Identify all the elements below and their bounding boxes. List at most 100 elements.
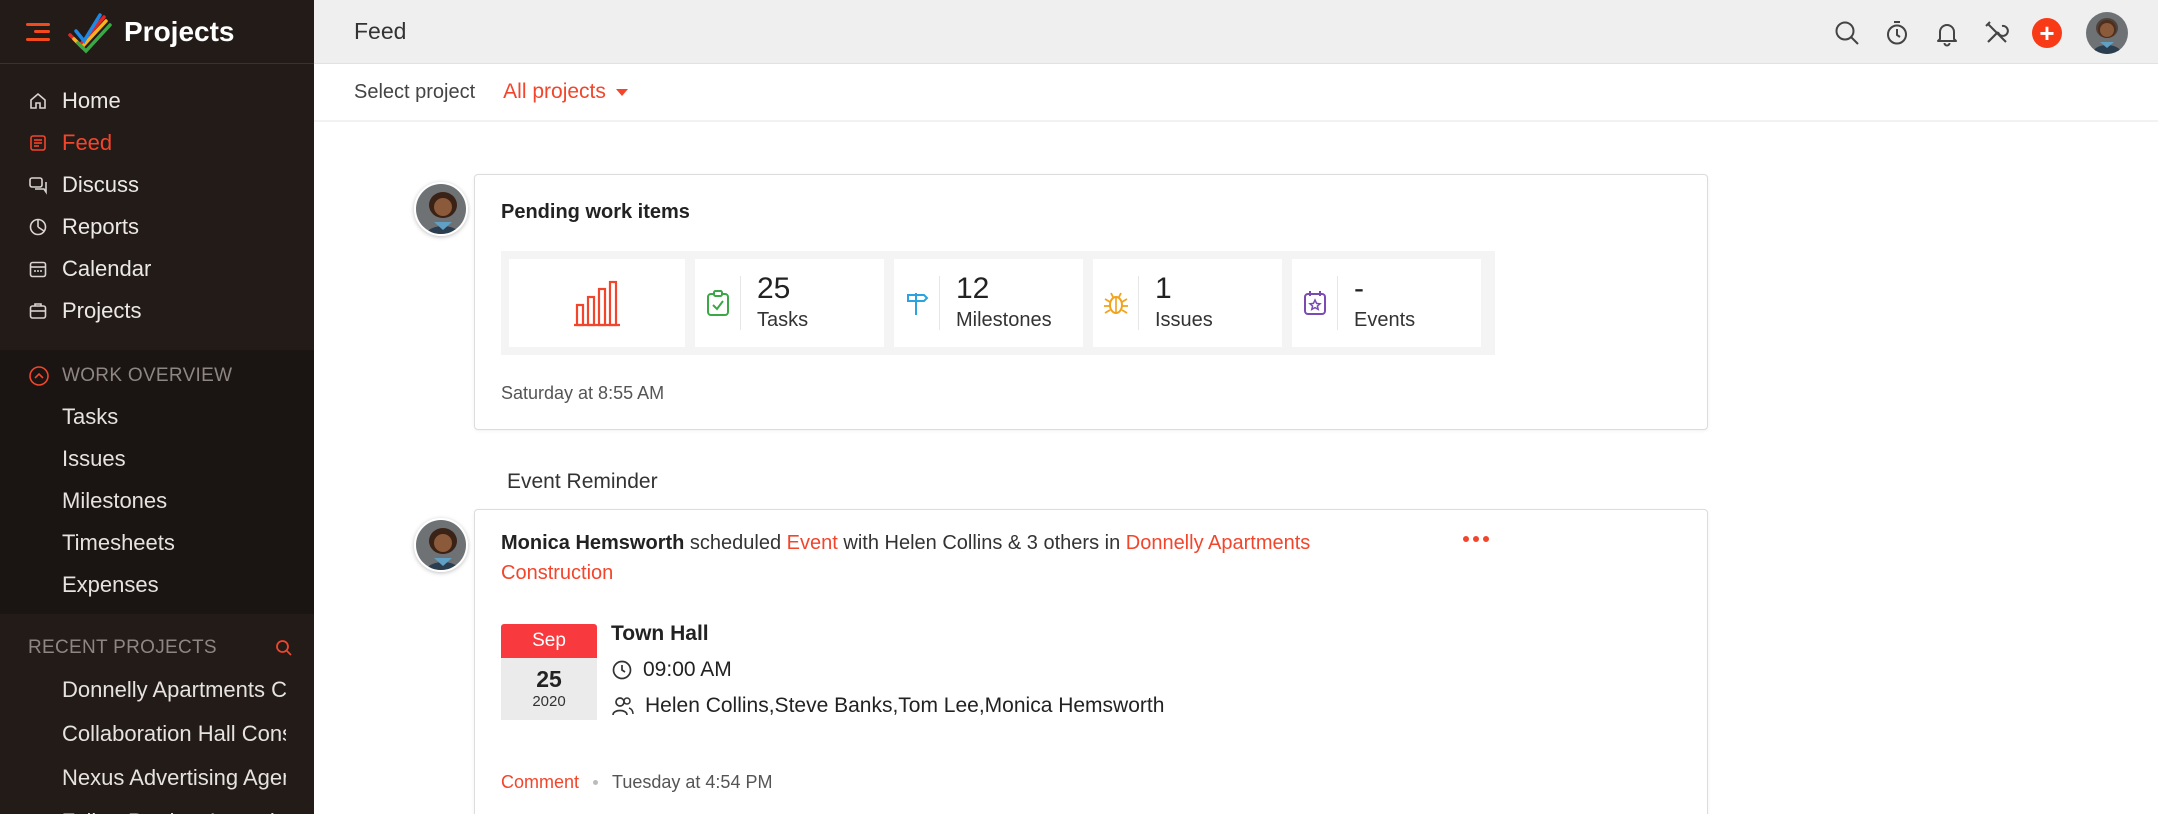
event-verb: scheduled [689, 532, 782, 554]
event-reminder-card: Monica Hemsworth scheduled Event with He… [474, 509, 1708, 814]
work-overview-section: WORK OVERVIEW Tasks Issues Milestones Ti… [0, 350, 314, 614]
stat-milestones-values: 12 Milestones [956, 272, 1052, 334]
nav-label-discuss: Discuss [62, 172, 140, 197]
pending-timestamp: Saturday at 8:55 AM [501, 383, 665, 403]
event-date-badge: Sep 25 2020 [501, 624, 597, 720]
search-icon[interactable] [274, 638, 294, 658]
plus-icon: + [2032, 18, 2062, 48]
feed-avatar[interactable] [414, 518, 468, 572]
stat-value: 25 [757, 272, 791, 305]
bar-chart-icon [574, 280, 620, 327]
work-overview-heading: WORK OVERVIEW [62, 365, 233, 386]
projects-icon [29, 303, 47, 319]
work-overview-toggle[interactable]: WORK OVERVIEW [0, 356, 314, 396]
work-overview-item-tasks[interactable]: Tasks [0, 396, 314, 438]
user-avatar[interactable] [2086, 12, 2128, 54]
stat-label: Events [1354, 309, 1416, 331]
nav-label-projects: Projects [62, 298, 142, 323]
nav-label-home: Home [62, 88, 121, 113]
hamburger-menu-icon[interactable] [26, 22, 50, 41]
stat-value: 1 [1155, 272, 1172, 305]
event-title[interactable]: Town Hall [611, 622, 709, 646]
stat-tasks-values: 25 Tasks [757, 272, 808, 334]
recent-project-item[interactable]: Collaboration Hall Construction [0, 712, 286, 756]
event-attendees: Helen Collins,Steve Banks,Tom Lee,Monica… [645, 694, 1165, 717]
stat-value: 12 [956, 272, 990, 305]
event-date-year: 2020 [532, 693, 566, 710]
bell-icon[interactable] [1932, 18, 1962, 48]
work-overview-item-expenses[interactable]: Expenses [0, 564, 314, 606]
recent-project-item[interactable]: Donnelly Apartments Construction [0, 668, 286, 712]
milestone-icon [894, 276, 940, 330]
page-title: Feed [354, 18, 407, 44]
feed-icon [30, 135, 46, 151]
event-time: 09:00 AM [643, 658, 732, 681]
timer-icon[interactable] [1882, 18, 1912, 48]
event-attendees-row: Helen Collins,Steve Banks,Tom Lee,Monica… [611, 694, 1164, 718]
stat-events-values: - Events [1354, 272, 1415, 334]
nav-item-reports[interactable]: Reports [0, 206, 314, 248]
stat-value: - [1354, 272, 1364, 305]
event-user-link[interactable]: Monica Hemsworth [501, 532, 684, 554]
bug-icon [1093, 276, 1139, 330]
recent-project-item[interactable]: Nexus Advertising Agency [0, 756, 286, 800]
nav-label-reports: Reports [62, 214, 140, 239]
nav-item-feed[interactable]: Feed [0, 122, 314, 164]
stat-label: Issues [1155, 309, 1213, 331]
calendar-icon [29, 261, 47, 278]
project-dropdown-value: All projects [503, 80, 606, 103]
work-overview-item-milestones[interactable]: Milestones [0, 480, 314, 522]
event-date-body: 25 2020 [501, 658, 597, 720]
top-header: Feed + [314, 0, 2158, 64]
event-date-month: Sep [501, 624, 597, 658]
caret-down-icon [615, 88, 628, 96]
nav-item-home[interactable]: Home [0, 80, 314, 122]
stat-label: Tasks [757, 309, 809, 331]
sidebar-header: Projects [0, 0, 314, 64]
event-icon [1292, 276, 1338, 330]
event-timestamp: Tuesday at 4:54 PM [612, 772, 773, 792]
feed-avatar[interactable] [414, 182, 468, 236]
stat-milestones[interactable]: 12 Milestones [894, 259, 1083, 347]
project-dropdown[interactable]: All projects [503, 80, 628, 104]
nav-item-discuss[interactable]: Discuss [0, 164, 314, 206]
stat-issues-values: 1 Issues [1155, 272, 1213, 334]
event-date-day: 25 [536, 666, 562, 692]
tools-icon[interactable] [1982, 18, 2012, 48]
zoho-projects-logo [68, 12, 112, 54]
event-with-text: with Helen Collins & 3 others in [843, 532, 1121, 554]
comment-link[interactable]: Comment [501, 772, 579, 793]
project-filter-bar: Select project All projects [314, 64, 2158, 122]
clock-icon [612, 660, 632, 680]
event-headline: Monica Hemsworth scheduled Event with He… [501, 528, 1401, 588]
nav-label-calendar: Calendar [62, 256, 152, 281]
event-time-row: 09:00 AM [611, 658, 732, 682]
separator-dot [593, 780, 599, 785]
stat-issues[interactable]: 1 Issues [1093, 259, 1282, 347]
nav-item-calendar[interactable]: Calendar [0, 248, 314, 290]
main-nav: Home Feed Discuss Reports Calendar Proje… [0, 64, 314, 332]
event-footer: Comment Tuesday at 4:54 PM [501, 772, 772, 793]
add-new-button[interactable]: + [2032, 18, 2062, 48]
stat-tasks[interactable]: 25 Tasks [695, 259, 884, 347]
header-actions: + [1812, 12, 2128, 54]
more-options-icon[interactable] [1463, 536, 1489, 542]
discuss-icon [29, 177, 47, 195]
pending-work-card: Pending work items 25 Tasks 12 Milestone… [474, 174, 1708, 430]
pending-stats-row: 25 Tasks 12 Milestones 1 Issues - Events [501, 251, 1495, 355]
recent-projects-header: RECENT PROJECTS [0, 628, 314, 668]
select-project-label: Select project [354, 80, 476, 103]
task-icon [695, 276, 741, 330]
work-overview-item-issues[interactable]: Issues [0, 438, 314, 480]
event-type-link[interactable]: Event [787, 532, 838, 554]
pending-work-title: Pending work items [501, 201, 690, 223]
stats-chart[interactable] [509, 259, 685, 347]
stat-events[interactable]: - Events [1292, 259, 1481, 347]
recent-project-item[interactable]: Zylker Product Launch [0, 800, 286, 814]
reports-icon [29, 218, 47, 236]
search-icon[interactable] [1832, 18, 1862, 48]
nav-item-projects[interactable]: Projects [0, 290, 314, 332]
people-icon [612, 697, 634, 716]
stat-label: Milestones [956, 309, 1052, 331]
work-overview-item-timesheets[interactable]: Timesheets [0, 522, 314, 564]
